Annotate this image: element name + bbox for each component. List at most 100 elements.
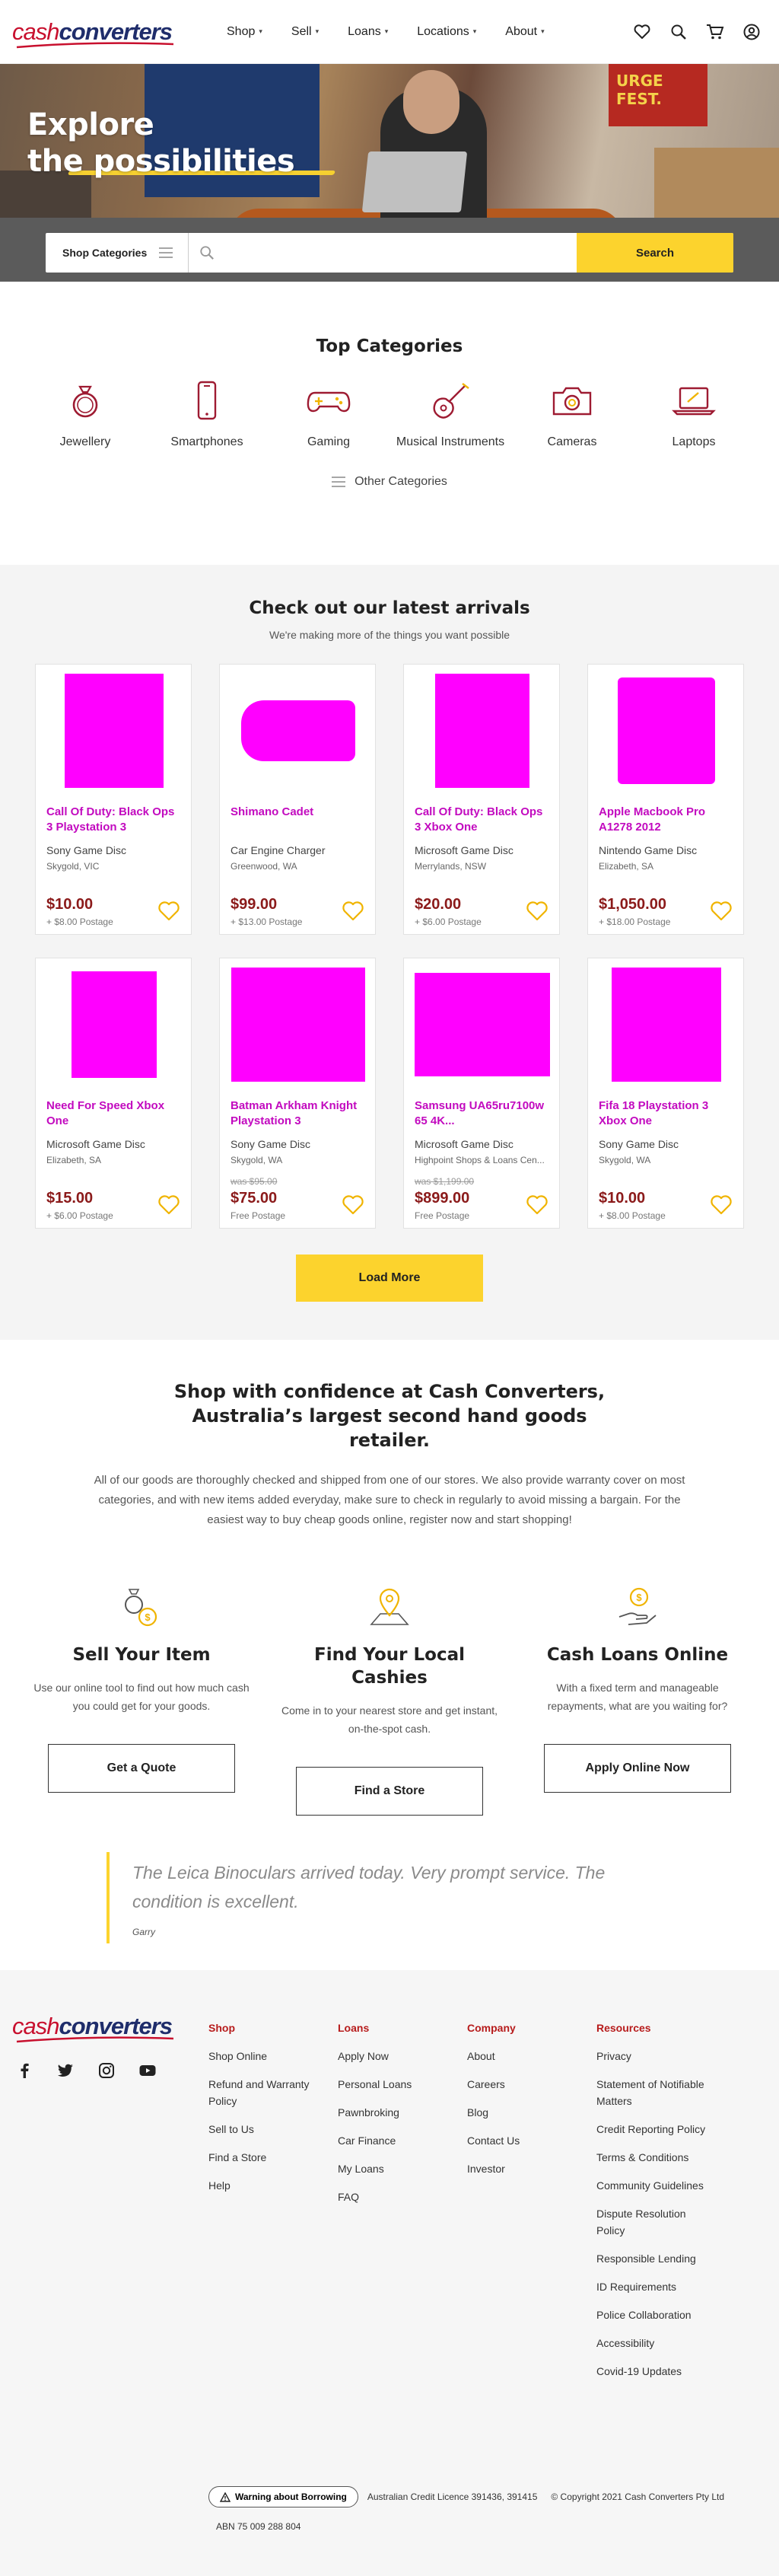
footer-link[interactable]: Privacy xyxy=(596,2048,711,2064)
footer-col-shop: Shop Shop Online Refund and Warranty Pol… xyxy=(208,2022,330,2205)
category-laptops[interactable]: Laptops xyxy=(637,378,751,452)
credit-licence: Australian Credit Licence 391436, 391415 xyxy=(367,2492,538,2502)
wishlist-heart-icon[interactable] xyxy=(526,901,548,922)
product-location: Highpoint Shops & Loans Cen... xyxy=(415,1155,545,1165)
footer-link[interactable]: Police Collaboration xyxy=(596,2307,711,2323)
category-musical-instruments[interactable]: Musical Instruments xyxy=(393,378,507,452)
footer-link[interactable]: Careers xyxy=(467,2076,589,2093)
get-quote-button[interactable]: Get a Quote xyxy=(48,1744,235,1793)
footer-link[interactable]: Investor xyxy=(467,2160,589,2177)
footer-link[interactable]: Find a Store xyxy=(208,2149,330,2166)
product-card[interactable]: Samsung UA65ru7100w 65 4K... Microsoft G… xyxy=(403,958,560,1229)
testimonial: The Leica Binoculars arrived today. Very… xyxy=(107,1852,672,1943)
borrowing-warning-button[interactable]: Warning about Borrowing xyxy=(208,2486,358,2507)
footer-link[interactable]: Terms & Conditions xyxy=(596,2149,711,2166)
menu-icon xyxy=(159,247,173,258)
footer-link[interactable]: ID Requirements xyxy=(596,2278,711,2295)
search-icon xyxy=(200,246,214,260)
product-image xyxy=(599,968,734,1082)
nav-sell[interactable]: Sell ▾ xyxy=(277,25,333,39)
footer-link[interactable]: Covid-19 Updates xyxy=(596,2363,711,2380)
nav-shop[interactable]: Shop ▾ xyxy=(212,25,277,39)
product-subtitle: Car Engine Charger xyxy=(231,844,326,856)
footer-link[interactable]: Personal Loans xyxy=(338,2076,459,2093)
search-button[interactable]: Search xyxy=(577,233,733,273)
footer-link[interactable]: Credit Reporting Policy xyxy=(596,2121,711,2138)
load-more-button[interactable]: Load More xyxy=(296,1255,483,1302)
footer-heading: Shop xyxy=(208,2022,235,2034)
feature-text: Use our online tool to find out how much… xyxy=(33,1682,250,1712)
nav-about[interactable]: About ▾ xyxy=(491,25,558,39)
footer-link[interactable]: Community Guidelines xyxy=(596,2177,711,2194)
product-card[interactable]: Apple Macbook Pro A1278 2012 Nintendo Ga… xyxy=(587,664,744,935)
category-gaming[interactable]: Gaming xyxy=(272,378,386,452)
product-card[interactable]: Call Of Duty: Black Ops 3 Xbox One Micro… xyxy=(403,664,560,935)
search-icon[interactable] xyxy=(669,23,688,41)
footer-link[interactable]: Car Finance xyxy=(338,2132,459,2149)
footer-link[interactable]: Shop Online xyxy=(208,2048,330,2064)
wishlist-heart-icon[interactable] xyxy=(526,1194,548,1216)
footer-link[interactable]: Accessibility xyxy=(596,2335,711,2351)
category-cameras[interactable]: Cameras xyxy=(515,378,629,452)
product-title: Call Of Duty: Black Ops 3 Playstation 3 xyxy=(46,805,175,834)
hero-title-line2: the possibilities xyxy=(27,144,295,179)
footer-link[interactable]: Contact Us xyxy=(467,2132,589,2149)
product-image xyxy=(415,674,550,788)
footer-link[interactable]: Statement of Notifiable Matters xyxy=(596,2076,711,2109)
user-icon[interactable] xyxy=(742,23,761,41)
wishlist-heart-icon[interactable] xyxy=(342,1194,364,1216)
svg-text:$: $ xyxy=(145,1612,151,1623)
page: cash converters Shop ▾ Sell ▾ Loans ▾ Locati… xyxy=(0,0,779,2576)
footer-link[interactable]: Responsible Lending xyxy=(596,2250,711,2267)
category-select[interactable]: Shop Categories xyxy=(46,233,189,273)
logo[interactable]: cash converters xyxy=(12,18,183,48)
product-card[interactable]: Call Of Duty: Black Ops 3 Playstation 3 … xyxy=(35,664,192,935)
search-input[interactable] xyxy=(222,246,577,260)
footer-link[interactable]: FAQ xyxy=(338,2189,459,2205)
cart-icon[interactable] xyxy=(706,23,724,41)
product-subtitle: Microsoft Game Disc xyxy=(46,1138,145,1150)
twitter-icon[interactable] xyxy=(56,2061,75,2080)
footer-link[interactable]: About xyxy=(467,2048,589,2064)
product-card[interactable]: Shimano Cadet Car Engine Charger Greenwo… xyxy=(219,664,376,935)
product-card[interactable]: Fifa 18 Playstation 3 Xbox One Sony Game… xyxy=(587,958,744,1229)
wishlist-heart-icon[interactable] xyxy=(342,901,364,922)
product-location: Skygold, WA xyxy=(599,1155,651,1165)
wishlist-heart-icon[interactable] xyxy=(710,1194,733,1216)
heart-icon[interactable] xyxy=(633,23,651,41)
footer-link[interactable]: Help xyxy=(208,2177,330,2194)
wishlist-heart-icon[interactable] xyxy=(157,901,180,922)
wishlist-heart-icon[interactable] xyxy=(157,1194,180,1216)
arrivals-subtitle: We're making more of the things you want… xyxy=(269,629,510,641)
footer-link[interactable]: Sell to Us xyxy=(208,2121,330,2138)
category-jewellery[interactable]: Jewellery xyxy=(28,378,142,452)
search-field xyxy=(189,233,577,273)
product-card[interactable]: Batman Arkham Knight Playstation 3 Sony … xyxy=(219,958,376,1229)
product-subtitle: Microsoft Game Disc xyxy=(415,1138,514,1150)
arrivals-title: Check out our latest arrivals xyxy=(249,598,530,618)
chevron-down-icon: ▾ xyxy=(384,27,389,35)
apply-online-button[interactable]: Apply Online Now xyxy=(544,1744,731,1793)
footer-link[interactable]: Refund and Warranty Policy xyxy=(208,2076,330,2109)
instagram-icon[interactable] xyxy=(97,2061,116,2080)
footer-heading: Loans xyxy=(338,2022,370,2034)
footer-link[interactable]: My Loans xyxy=(338,2160,459,2177)
wishlist-heart-icon[interactable] xyxy=(710,901,733,922)
footer-link[interactable]: Apply Now xyxy=(338,2048,459,2064)
guitar-icon xyxy=(428,378,473,423)
nav-loans[interactable]: Loans ▾ xyxy=(333,25,402,39)
category-smartphones[interactable]: Smartphones xyxy=(150,378,264,452)
nav-locations[interactable]: Locations ▾ xyxy=(402,25,491,39)
product-was-price xyxy=(415,882,548,893)
youtube-icon[interactable] xyxy=(138,2061,157,2080)
footer-link[interactable]: Blog xyxy=(467,2104,589,2121)
hero-laptop xyxy=(361,151,468,212)
facebook-icon[interactable] xyxy=(15,2061,33,2080)
product-card[interactable]: Need For Speed Xbox One Microsoft Game D… xyxy=(35,958,192,1229)
footer-logo[interactable]: cash converters xyxy=(12,2013,183,2043)
footer-link[interactable]: Pawnbroking xyxy=(338,2104,459,2121)
footer-link[interactable]: Dispute Resolution Policy xyxy=(596,2205,711,2239)
find-store-button[interactable]: Find a Store xyxy=(296,1767,483,1816)
list-icon xyxy=(332,477,346,487)
other-categories-link[interactable]: Other Categories xyxy=(0,475,779,489)
